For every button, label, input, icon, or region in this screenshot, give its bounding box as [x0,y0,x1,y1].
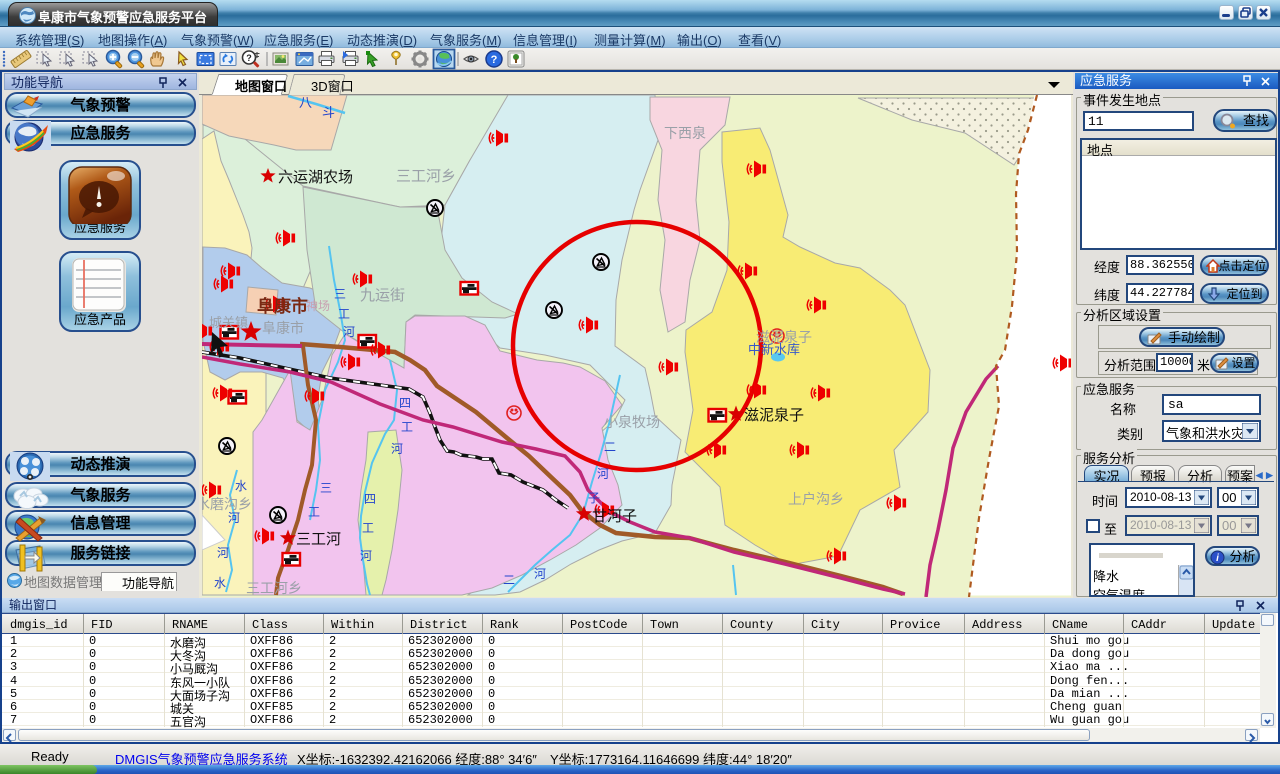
svg-text:河: 河 [534,567,546,581]
svg-text:阜康市: 阜康市 [257,296,308,316]
svg-text:三: 三 [320,481,332,495]
svg-text:水: 水 [235,479,247,493]
svg-text:子: 子 [588,491,600,505]
svg-text:八: 八 [299,95,312,110]
svg-text:斗: 斗 [322,105,335,120]
svg-text:九运街: 九运街 [360,287,405,304]
svg-text:阜康市: 阜康市 [262,320,304,336]
svg-text:六运湖农场: 六运湖农场 [278,169,353,186]
svg-text:水磨沟乡: 水磨沟乡 [202,496,252,512]
svg-text:上户沟乡: 上户沟乡 [788,491,844,507]
svg-text:工: 工 [362,521,374,535]
svg-text:城关镇: 城关镇 [209,315,248,330]
svg-text:?: ? [246,53,252,63]
svg-text:?: ? [491,54,498,66]
svg-text:三: 三 [334,287,346,301]
svg-text:工: 工 [338,307,350,321]
svg-text:工: 工 [308,505,320,519]
svg-text:神场: 神场 [306,299,330,313]
svg-text:河: 河 [343,325,355,339]
svg-text:河: 河 [228,511,240,525]
svg-text:三工河乡: 三工河乡 [246,580,302,596]
svg-text:河: 河 [360,549,372,563]
svg-text:河: 河 [217,546,229,560]
svg-text:四: 四 [399,396,411,410]
svg-text:四: 四 [364,492,376,506]
svg-text:河: 河 [391,442,403,456]
svg-text:甘河子: 甘河子 [592,508,637,525]
svg-text:下西泉: 下西泉 [664,125,706,141]
svg-text:河: 河 [597,467,609,481]
svg-text:小泉牧场: 小泉牧场 [604,414,660,430]
svg-text:水: 水 [214,576,226,590]
svg-text:三工河: 三工河 [296,531,341,548]
svg-text:工: 工 [401,420,413,434]
svg-text:三工河乡: 三工河乡 [396,168,456,185]
svg-text:中新水库: 中新水库 [748,342,800,357]
svg-text:滋泥泉子: 滋泥泉子 [744,407,804,424]
svg-text:二: 二 [604,440,616,454]
svg-text:i: i [1216,553,1219,564]
svg-text:二: 二 [503,573,515,587]
